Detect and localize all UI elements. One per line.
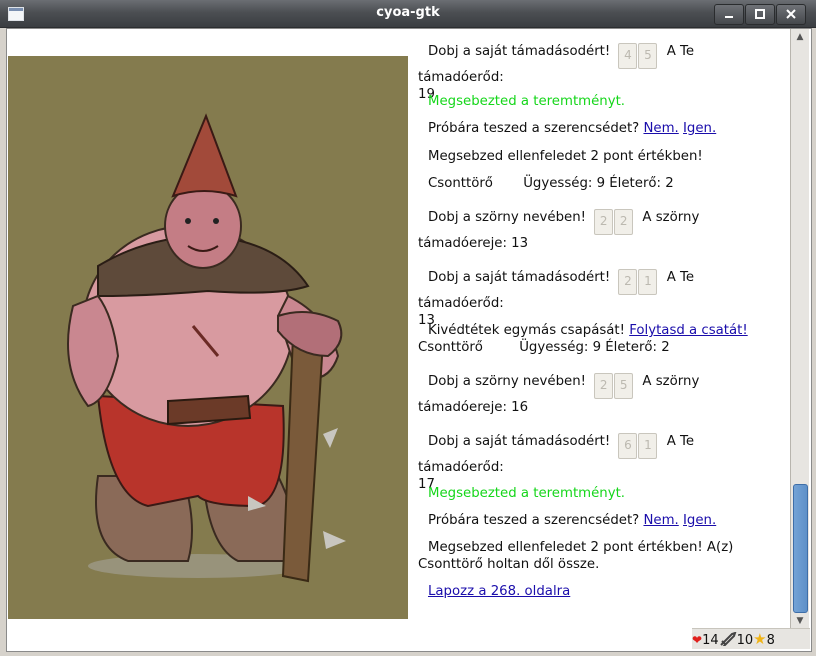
luck-yes-link[interactable]: Igen. — [683, 513, 716, 528]
die-1: 2 — [618, 269, 638, 295]
window-title: cyoa-gtk — [376, 5, 440, 20]
die-2: 5 — [614, 373, 634, 399]
luck-no-link[interactable]: Nem. — [643, 121, 678, 136]
enemy-stat-values: Ügyesség: 9 Életerő: 2 — [519, 340, 670, 355]
luck-value: 8 — [766, 633, 775, 648]
scroll-up-arrow-icon[interactable]: ▲ — [791, 29, 809, 45]
die-2: 1 — [638, 269, 658, 295]
log-entry-roll-5: Dobj a saját támadásodért! 61 A Te támad… — [418, 433, 784, 493]
roll-prompt: Dobj a saját támadásodért! — [428, 434, 611, 449]
player-status-bar: ❤14 10★8 — [692, 628, 810, 649]
enemy-name: Csonttörő — [428, 176, 493, 191]
enemy-dies-text: Csonttörő holtan dől össze. — [418, 557, 600, 572]
damage-message: Megsebzed ellenfeledet 2 pont értékben! — [428, 149, 703, 164]
roll-prompt: Dobj a saját támadásodért! — [428, 44, 611, 59]
scroll-down-arrow-icon[interactable]: ▼ — [791, 613, 809, 629]
close-icon — [786, 9, 796, 19]
parry-message: Kivédtétek egymás csapását! — [428, 323, 625, 338]
enemy-stats: Csonttörő Ügyesség: 9 Életerő: 2 — [418, 175, 786, 192]
minimize-button[interactable] — [714, 4, 744, 25]
minimize-icon — [725, 16, 733, 18]
turn-page-entry: Lapozz a 268. oldalra — [418, 583, 786, 600]
story-log[interactable]: Dobj a saját támadásodért! 45 A Te támad… — [418, 29, 786, 629]
die-2: 2 — [614, 209, 634, 235]
luck-question-text: Próbára teszed a szerencsédet? — [428, 513, 640, 528]
title-bar[interactable]: cyoa-gtk — [0, 0, 816, 28]
wound-message: Megsebezted a teremtményt. — [428, 486, 626, 501]
close-button[interactable] — [776, 4, 806, 25]
wound-message: Megsebezted a teremtményt. — [428, 94, 626, 109]
continue-fight-link[interactable]: Folytasd a csatát! — [629, 323, 748, 338]
damage-message: Megsebzed ellenfeledet 2 pont értékben! … — [428, 540, 734, 555]
orc-creature-image — [67, 113, 346, 583]
roll-result-label: A szörny — [642, 374, 700, 389]
skill-value: 10 — [736, 633, 754, 648]
enemy-name: Csonttörő — [418, 340, 483, 355]
luck-question: Próbára teszed a szerencsédet? Nem. Igen… — [418, 120, 786, 137]
parry-entry: Kivédtétek egymás csapását! Folytasd a c… — [418, 322, 784, 356]
die-1: 2 — [594, 373, 614, 399]
health-value: 14 — [702, 633, 719, 648]
heart-icon: ❤ — [692, 633, 703, 647]
luck-yes-link[interactable]: Igen. — [683, 121, 716, 136]
sword-icon — [719, 631, 737, 648]
roll-result-label: A szörny — [642, 210, 700, 225]
roll-prompt: Dobj a szörny nevében! — [428, 210, 586, 225]
turn-page-link[interactable]: Lapozz a 268. oldalra — [428, 584, 570, 599]
die-1: 2 — [594, 209, 614, 235]
creature-illustration — [8, 56, 408, 619]
luck-question-text: Próbára teszed a szerencsédet? — [428, 121, 640, 136]
enemy-stat-values: Ügyesség: 9 Életerő: 2 — [523, 176, 674, 191]
die-1: 4 — [618, 43, 638, 69]
log-entry-roll-3: Dobj a saját támadásodért! 21 A Te támad… — [418, 269, 784, 329]
roll-result-value: támadóereje: 13 — [418, 236, 529, 251]
maximize-button[interactable] — [745, 4, 775, 25]
maximize-icon — [755, 9, 765, 19]
die-2: 1 — [638, 433, 658, 459]
scrollbar-thumb[interactable] — [793, 484, 808, 613]
die-2: 5 — [638, 43, 658, 69]
die-1: 6 — [618, 433, 638, 459]
star-icon: ★ — [753, 630, 767, 648]
log-entry-roll-4: Dobj a szörny nevében! 25 A szörny támad… — [418, 373, 784, 416]
roll-result-value: támadóereje: 16 — [418, 400, 529, 415]
luck-question: Próbára teszed a szerencsédet? Nem. Igen… — [418, 512, 786, 529]
luck-no-link[interactable]: Nem. — [643, 513, 678, 528]
vertical-scrollbar[interactable]: ▲ ▼ — [790, 29, 809, 629]
roll-prompt: Dobj a szörny nevében! — [428, 374, 586, 389]
roll-prompt: Dobj a saját támadásodért! — [428, 270, 611, 285]
log-entry-roll-2: Dobj a szörny nevében! 22 A szörny támad… — [418, 209, 784, 252]
death-message: Megsebzed ellenfeledet 2 pont értékben! … — [418, 539, 784, 573]
